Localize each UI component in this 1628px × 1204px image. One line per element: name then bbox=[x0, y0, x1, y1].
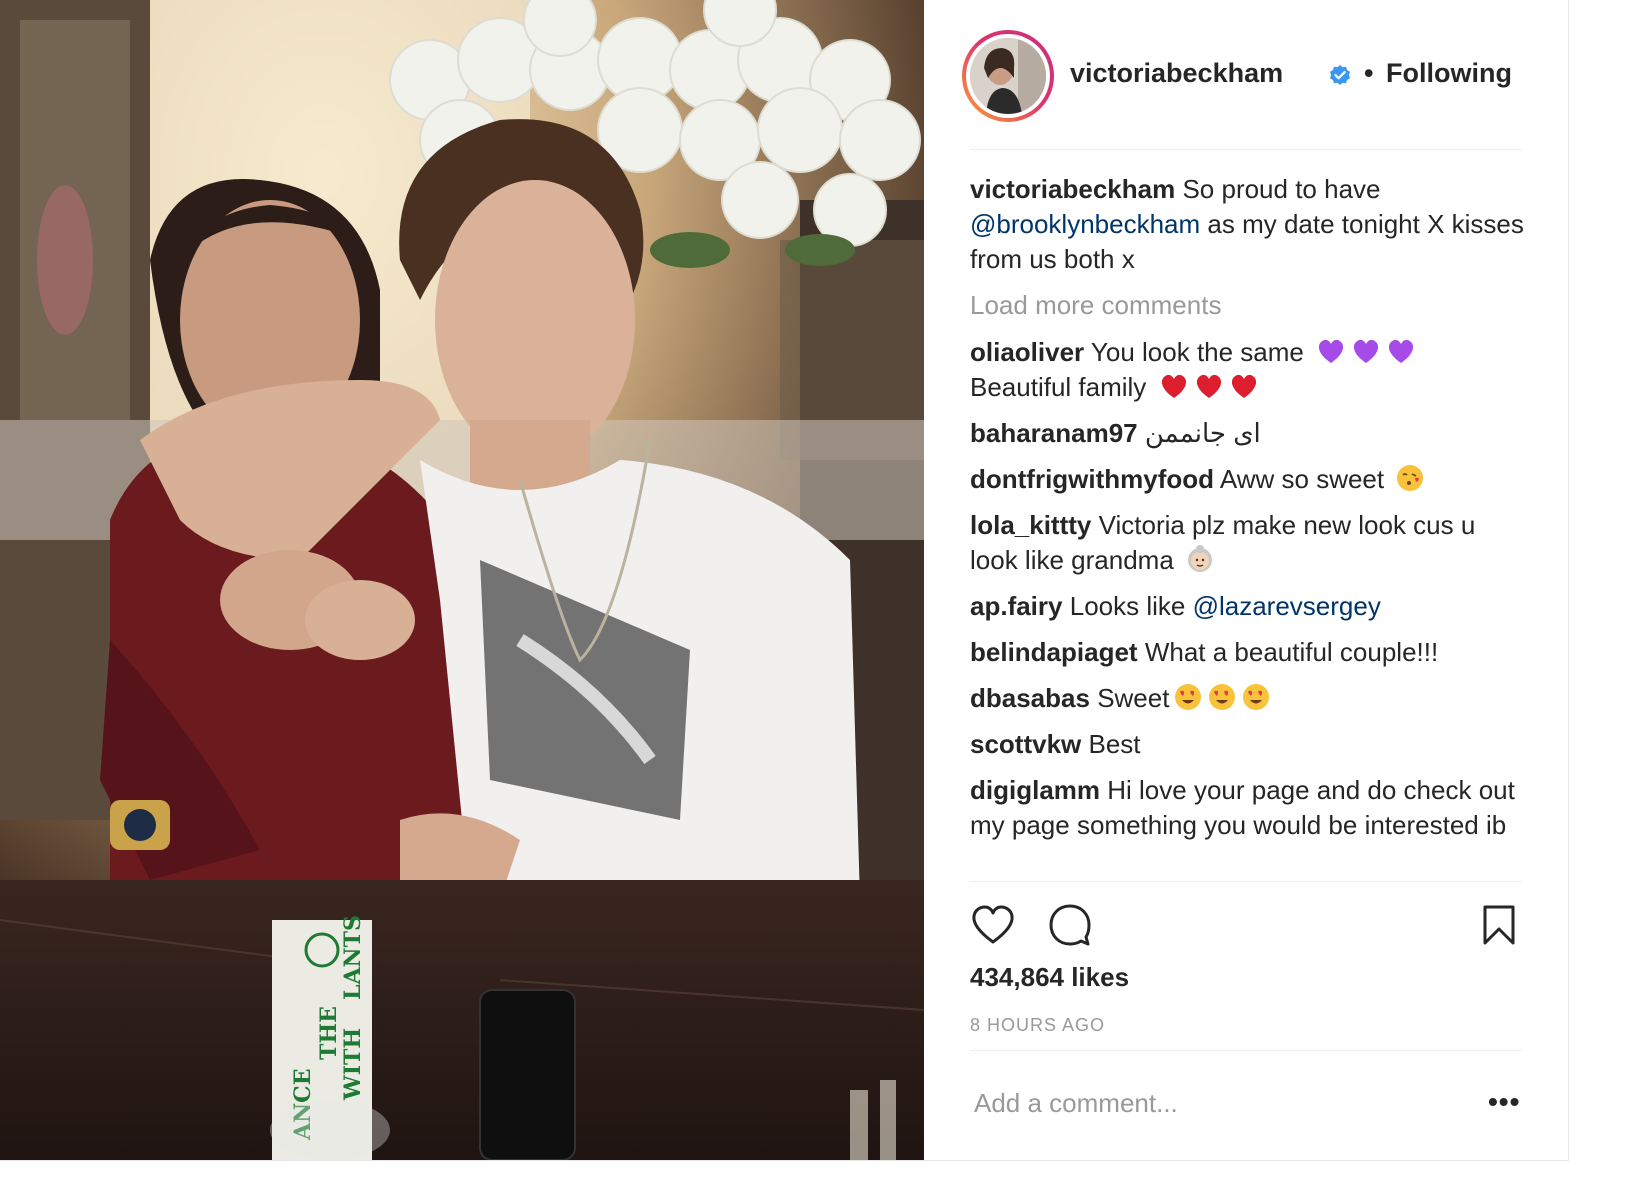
comment-text: ای جانممن bbox=[1144, 418, 1261, 448]
red-heart-icon bbox=[1196, 374, 1221, 398]
post-timestamp: 8 HOURS AGO bbox=[970, 1015, 1106, 1035]
post-photo[interactable]: ANCE THE WITH LANTS bbox=[0, 0, 924, 1160]
card-text-right: LANTS bbox=[340, 915, 366, 1000]
comment-username[interactable]: scottvkw bbox=[970, 729, 1081, 759]
caption-username[interactable]: victoriabeckham bbox=[970, 174, 1175, 204]
caption-text: So proud to have bbox=[1182, 174, 1381, 204]
face-blowing-kiss-icon bbox=[1397, 465, 1424, 491]
comment-mention[interactable]: @lazarevsergey bbox=[1193, 591, 1381, 621]
likes-count[interactable]: 434,864 likes bbox=[970, 962, 1129, 993]
action-bar bbox=[970, 900, 1524, 950]
red-heart-icon bbox=[1231, 374, 1256, 398]
card-text-mid2: WITH bbox=[340, 1028, 366, 1101]
comment-username[interactable]: belindapiaget bbox=[970, 637, 1138, 667]
purple-heart-icon bbox=[1389, 339, 1414, 363]
caption: victoriabeckham So proud to have @brookl… bbox=[970, 172, 1530, 277]
comment-username[interactable]: digiglamm bbox=[970, 775, 1100, 805]
comment-text: What a beautiful couple!!! bbox=[1144, 637, 1439, 667]
purple-heart-icon bbox=[1354, 339, 1379, 363]
post-username[interactable]: victoriabeckham bbox=[1070, 58, 1283, 89]
header-divider bbox=[970, 149, 1522, 150]
comment-username[interactable]: dontfrigwithmyfood bbox=[970, 464, 1214, 494]
purple-heart-icon bbox=[1319, 339, 1344, 363]
comment-username[interactable]: dbasabas bbox=[970, 683, 1090, 713]
comment-item: baharanam97 ای جانممن bbox=[970, 416, 1530, 451]
avatar-image bbox=[970, 38, 1046, 114]
add-comment-input[interactable]: Add a comment... bbox=[974, 1088, 1178, 1119]
heart-eyes-icon bbox=[1209, 684, 1236, 710]
bookmark-icon[interactable] bbox=[1482, 904, 1516, 946]
comment-username[interactable]: oliaoliver bbox=[970, 337, 1084, 367]
add-comment-divider bbox=[970, 1050, 1522, 1051]
comment-text: Looks like bbox=[1069, 591, 1186, 621]
heart-outline-icon[interactable] bbox=[970, 904, 1016, 946]
caption-mention[interactable]: @brooklynbeckham bbox=[970, 209, 1200, 239]
comment-text: Sweet bbox=[1097, 683, 1170, 713]
comment-text: Best bbox=[1088, 729, 1141, 759]
following-button[interactable]: Following bbox=[1386, 58, 1512, 89]
post-header: victoriabeckham • Following bbox=[962, 28, 1524, 122]
comment-text: Aww so sweet bbox=[1219, 464, 1385, 494]
comment-username[interactable]: ap.fairy bbox=[970, 591, 1063, 621]
comment-item: dbasabas Sweet bbox=[970, 681, 1530, 716]
verified-badge-icon bbox=[1330, 65, 1350, 85]
photo-illustration: ANCE THE WITH LANTS bbox=[0, 0, 924, 1160]
comment-item: scottvkw Best bbox=[970, 727, 1530, 762]
comment-text: Beautiful family bbox=[970, 372, 1147, 402]
comments-list: victoriabeckham So proud to have @brookl… bbox=[970, 172, 1530, 854]
comment-item: lola_kittty Victoria plz make new look c… bbox=[970, 508, 1530, 578]
comment-item: digiglamm Hi love your page and do check… bbox=[970, 773, 1530, 843]
comment-text: You look the same bbox=[1090, 337, 1304, 367]
post-sidebar: victoriabeckham • Following victoriabeck… bbox=[924, 0, 1568, 1160]
comment-item: oliaoliver You look the same Beautiful f… bbox=[970, 335, 1530, 405]
red-heart-icon bbox=[1161, 374, 1186, 398]
comment-item: belindapiaget What a beautiful couple!!! bbox=[970, 635, 1530, 670]
header-separator: • bbox=[1364, 58, 1374, 88]
avatar[interactable] bbox=[962, 30, 1054, 122]
comment-item: dontfrigwithmyfood Aww so sweet bbox=[970, 462, 1530, 497]
comment-username[interactable]: lola_kittty bbox=[970, 510, 1091, 540]
old-woman-icon bbox=[1188, 545, 1213, 572]
more-options-button[interactable]: ••• bbox=[1488, 1086, 1520, 1118]
comment-username[interactable]: baharanam97 bbox=[970, 418, 1138, 448]
instagram-post: ANCE THE WITH LANTS victoriabeckham • Fo… bbox=[0, 0, 1569, 1161]
load-more-comments-link[interactable]: Load more comments bbox=[970, 288, 1530, 323]
heart-eyes-icon bbox=[1175, 684, 1202, 710]
comment-item: ap.fairy Looks like @lazarevsergey bbox=[970, 589, 1530, 624]
comments-divider bbox=[970, 881, 1522, 882]
comment-bubble-icon[interactable] bbox=[1048, 903, 1092, 947]
heart-eyes-icon bbox=[1243, 684, 1270, 710]
card-text-mid1: THE bbox=[316, 1006, 342, 1060]
